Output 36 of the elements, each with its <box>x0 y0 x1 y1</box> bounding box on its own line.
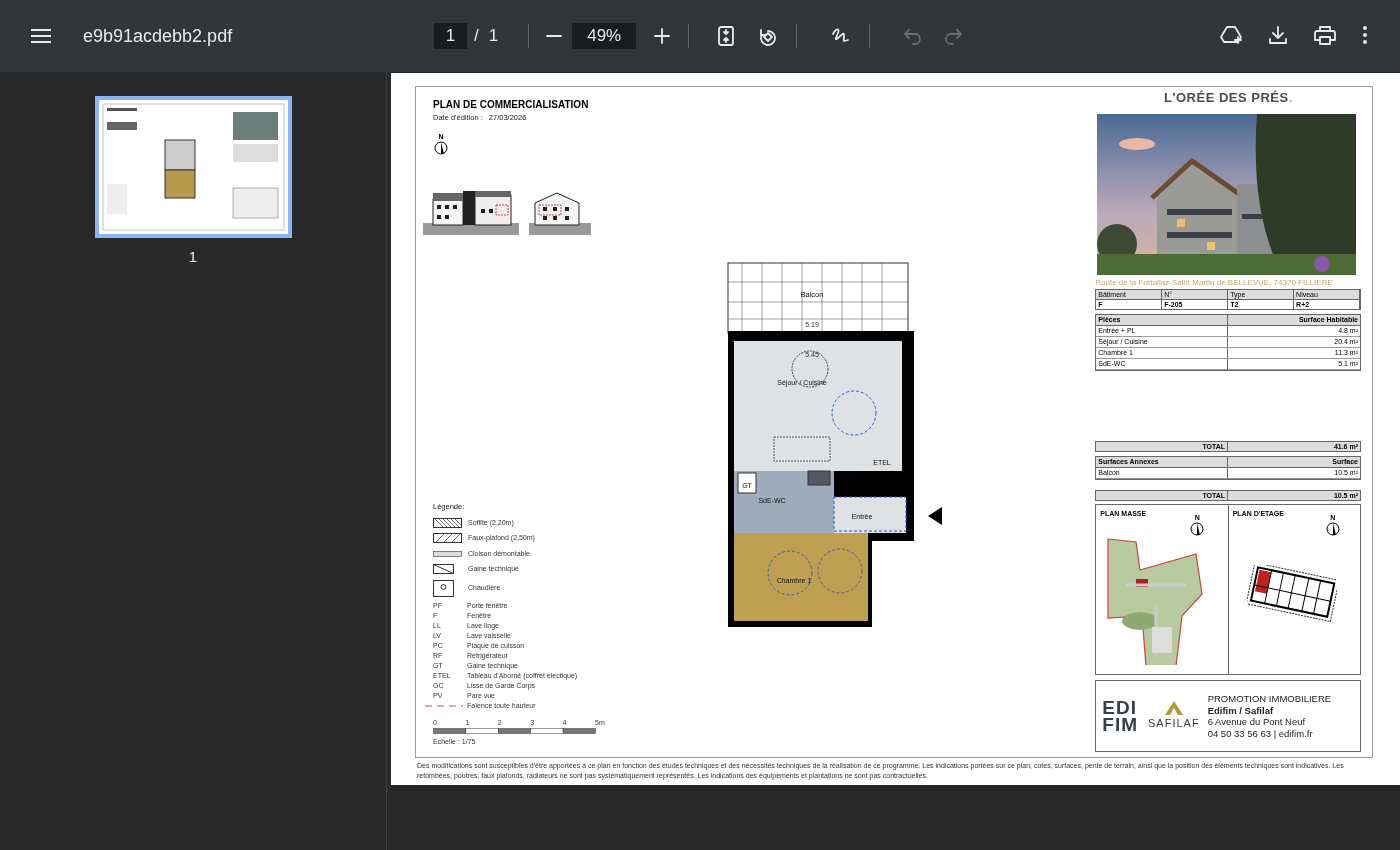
menu-icon[interactable] <box>30 28 52 44</box>
hatch-swatch-icon <box>433 517 462 528</box>
document-title: PLAN DE COMMERCIALISATION <box>433 99 590 111</box>
download-icon[interactable] <box>1268 25 1288 45</box>
page-label: 1 <box>188 247 198 267</box>
compass-icon <box>1190 522 1205 536</box>
zoom-in-icon[interactable] <box>654 28 671 44</box>
logo-text: FIM <box>1102 716 1138 733</box>
drive-add-icon[interactable] <box>1220 24 1242 46</box>
page-thumbnail[interactable] <box>94 96 292 238</box>
hatch-swatch-icon <box>433 533 462 544</box>
logo-text: EDI <box>1102 699 1138 716</box>
page-separator: / <box>474 25 479 48</box>
compass-icon <box>1325 522 1340 536</box>
logo-text: SAFILAF <box>1148 715 1200 731</box>
page-number-field[interactable]: 1 <box>434 23 467 49</box>
entrance-arrow-icon <box>927 507 942 525</box>
brand-logo: L'ORÉE DES PRÉS <box>1163 90 1289 106</box>
rotate-icon[interactable] <box>758 26 779 46</box>
promoter-text: 04 50 33 56 63 | edifim.fr <box>1207 727 1314 739</box>
more-icon[interactable] <box>1362 25 1368 45</box>
promoter-text: Edifim / Safilaf <box>1207 704 1275 716</box>
chevron-logo-icon <box>1164 700 1183 715</box>
compass-icon <box>434 141 448 156</box>
zoom-field[interactable]: 49% <box>572 23 637 49</box>
print-icon[interactable] <box>1314 25 1336 45</box>
promoter-text: 6 Avenue du Pont Neuf <box>1207 716 1307 728</box>
page-total: 1 <box>488 25 499 48</box>
partition-swatch-icon <box>433 548 462 559</box>
dashed-line-icon <box>425 703 463 708</box>
brand-dot: . <box>1288 90 1293 106</box>
address-text: Route de la Frétallaz-Saint Martin de BELLEVUE, 74370 FILLIERE <box>1095 277 1334 288</box>
promoter-text: PROMOTION IMMOBILIERE <box>1207 693 1332 705</box>
file-name: e9b91acdebb2.pdf <box>83 24 233 48</box>
building-elevation-drawing <box>529 191 591 236</box>
fit-page-icon[interactable] <box>716 26 737 46</box>
